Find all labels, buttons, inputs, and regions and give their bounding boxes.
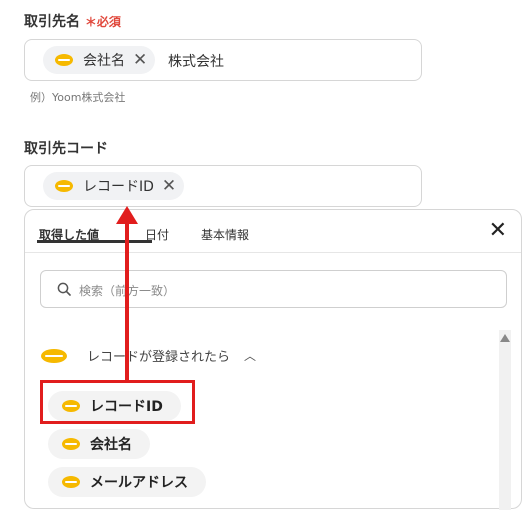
annotation-arrow-head (116, 206, 138, 224)
field-label-partner-code: 取引先コード (24, 141, 108, 157)
kintone-icon (55, 180, 73, 192)
kintone-icon (55, 54, 73, 66)
item-label: 会社名 (90, 437, 132, 453)
partner-name-field[interactable]: 会社名 ✕ 株式会社 (24, 39, 422, 81)
field-text-value: 株式会社 (168, 54, 224, 70)
close-icon[interactable]: ✕ (489, 220, 507, 242)
field-label-partner-name: 取引先名 ＊必須 (24, 14, 121, 30)
search-input[interactable]: 検索（前方一致） (40, 270, 507, 308)
variable-picker-panel: 取得した値 日付 基本情報 ✕ 検索（前方一致） レコードが登録されたら ︿ レ… (24, 209, 522, 510)
kintone-icon (62, 476, 80, 488)
field-example-hint: 例）Yoom株式会社 (30, 91, 126, 104)
group-header-record-registered[interactable]: レコードが登録されたら ︿ (41, 346, 256, 365)
scroll-up-icon[interactable] (500, 334, 510, 342)
remove-icon[interactable]: ✕ (133, 51, 147, 69)
tab-basic-info[interactable]: 基本情報 (201, 226, 249, 243)
kintone-logo-icon (41, 348, 67, 363)
partner-code-field[interactable]: レコードID ✕ (24, 165, 422, 207)
remove-icon[interactable]: ✕ (162, 177, 176, 195)
tab-divider (25, 252, 521, 253)
required-badge: ＊必須 (85, 15, 121, 29)
required-text: 必須 (96, 15, 121, 29)
list-item-company-name[interactable]: 会社名 (48, 429, 150, 459)
kintone-icon (62, 438, 80, 450)
required-asterisk: ＊ (84, 15, 97, 29)
chevron-up-icon: ︿ (244, 349, 257, 363)
group-title: レコードが登録されたら (87, 350, 231, 365)
chip-label: 会社名 (83, 53, 125, 69)
highlight-box (40, 380, 195, 424)
search-icon (57, 282, 71, 296)
active-tab-indicator (37, 240, 152, 243)
scrollbar[interactable] (499, 330, 511, 510)
annotation-arrow-shaft (125, 222, 129, 382)
variable-chip-company-name[interactable]: 会社名 ✕ (43, 46, 156, 74)
list-item-email[interactable]: メールアドレス (48, 467, 206, 497)
variable-chip-record-id[interactable]: レコードID ✕ (43, 172, 185, 200)
item-label: メールアドレス (90, 475, 188, 491)
chip-label: レコードID (83, 179, 154, 195)
